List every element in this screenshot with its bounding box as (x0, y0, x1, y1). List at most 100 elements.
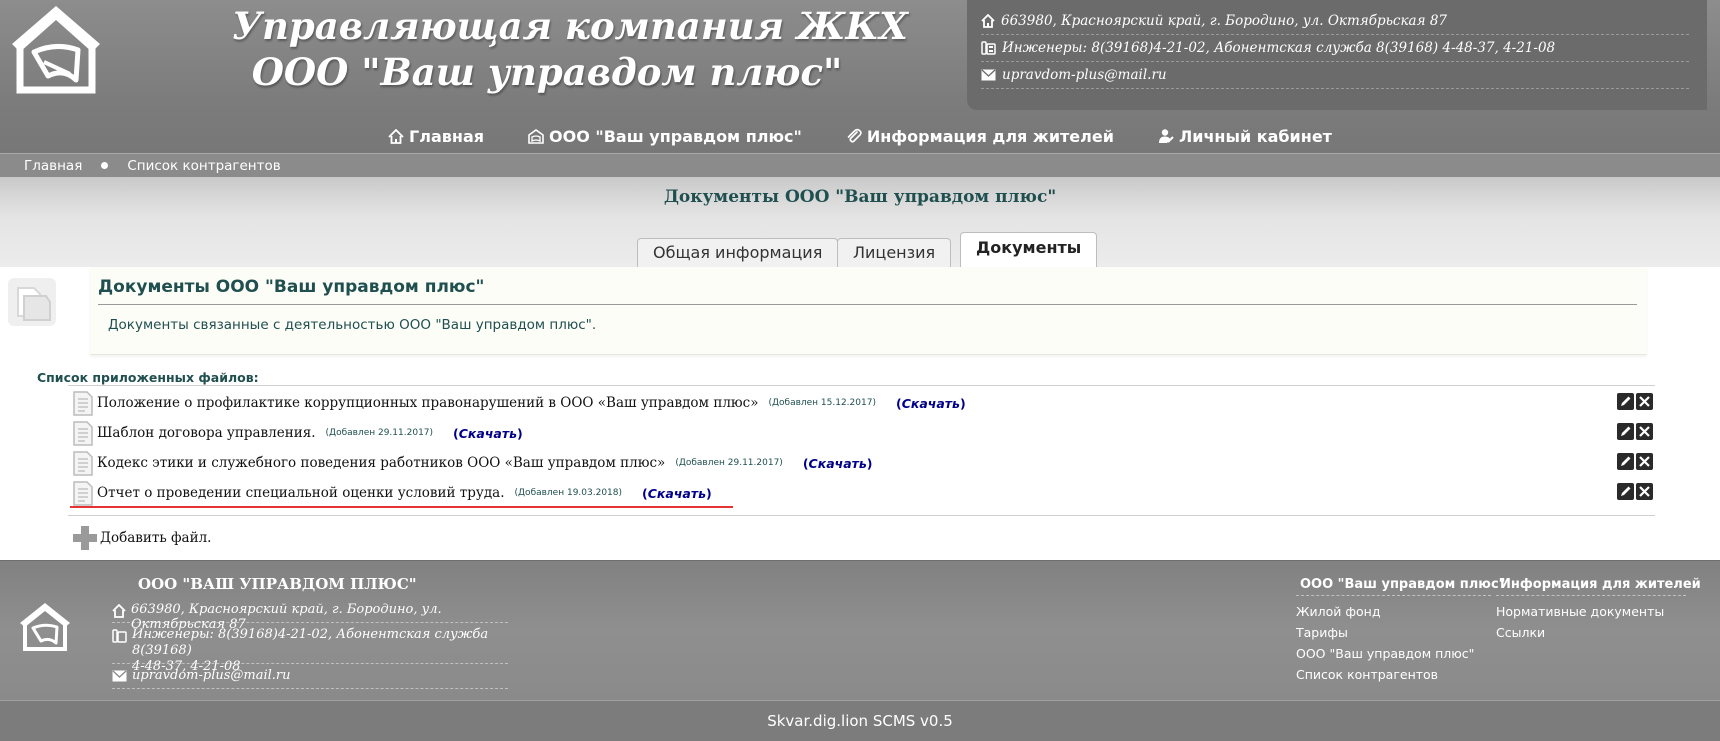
footer-menu-company-head[interactable]: ООО "Ваш управдом плюс" (1296, 577, 1505, 596)
documents-info-box: Документы ООО "Ваш управдом плюс" Докуме… (90, 267, 1647, 355)
file-actions (1617, 453, 1653, 470)
pencil-icon (1621, 396, 1631, 406)
house-logo-icon[interactable] (4, 2, 108, 96)
edit-button[interactable] (1617, 423, 1634, 440)
nav-item-account-label: Личный кабинет (1178, 126, 1332, 146)
contact-address-text: 663980, Красноярский край, г. Бородино, … (1001, 13, 1448, 29)
tab-documents[interactable]: Документы (960, 232, 1098, 268)
file-added-date: (Добавлен 15.12.2017) (768, 398, 876, 408)
footer-link-housing[interactable]: Жилой фонд (1296, 601, 1491, 622)
contact-email[interactable]: upravdom-plus@mail.ru (981, 62, 1689, 89)
nav-item-residents-info-label: Информация для жителей (866, 126, 1114, 146)
file-added-date: (Добавлен 19.03.2018) (514, 488, 623, 498)
footer-link-tariffs[interactable]: Тарифы (1296, 622, 1491, 643)
home-icon (112, 604, 126, 618)
nav-item-company-label: ООО "Ваш управдом плюс" (549, 126, 802, 146)
divider (68, 385, 1655, 386)
document-icon (73, 481, 93, 506)
footer-link-company[interactable]: ООО "Ваш управдом плюс" (1296, 643, 1491, 664)
footer-menu-residents-head[interactable]: Информация для жителей (1496, 577, 1701, 596)
download-link-label[interactable]: Скачать (648, 486, 706, 501)
nav-item-home-label: Главная (409, 126, 485, 146)
site-title-line1: Управляющая компания ЖКХ (232, 4, 908, 48)
edit-button[interactable] (1617, 453, 1634, 470)
download-link[interactable]: (Скачать) (803, 456, 873, 471)
document-icon (73, 391, 93, 416)
site-title-line2: ООО "Ваш управдом плюс" (251, 50, 843, 94)
file-name[interactable]: Шаблон договора управления. (97, 425, 316, 441)
footer-menu-residents-head-label: Информация для жителей (1500, 577, 1701, 592)
home-icon (981, 14, 995, 28)
contact-email-text[interactable]: upravdom-plus@mail.ru (1002, 67, 1167, 83)
header-contacts: 663980, Красноярский край, г. Бородино, … (967, 0, 1707, 110)
file-actions (1617, 393, 1653, 410)
building-icon (528, 128, 544, 144)
add-file-button[interactable]: Добавить файл. (72, 525, 211, 551)
file-added-date: (Добавлен 29.11.2017) (325, 428, 434, 438)
download-link-label[interactable]: Скачать (809, 456, 867, 471)
phone-icon (981, 41, 996, 55)
pencil-icon (1621, 456, 1631, 466)
home-icon (388, 128, 404, 144)
edit-button[interactable] (1617, 393, 1634, 410)
close-icon (1639, 486, 1650, 497)
paperclip-icon (847, 128, 862, 143)
file-actions (1617, 483, 1653, 500)
site-footer: ООО "ВАШ УПРАВДОМ ПЛЮС" 663980, Краснояр… (0, 560, 1720, 701)
plus-icon (73, 526, 97, 550)
file-row: Отчет о проведении специальной оценки ус… (70, 478, 1655, 508)
bottom-bar: Skvar.dig.lion SCMS v0.5 (0, 700, 1720, 741)
footer-menu-company: ООО "Ваш управдом плюс" Жилой фонд Тариф… (1296, 577, 1505, 685)
footer-phones-line1: Инженеры: 8(39168)4-21-02, Абонентская с… (132, 627, 489, 658)
contact-phones-text: Инженеры: 8(39168)4-21-02, Абонентская с… (1002, 40, 1556, 56)
footer-menu-company-head-label: ООО "Ваш управдом плюс" (1300, 577, 1506, 592)
delete-button[interactable] (1636, 393, 1653, 410)
nav-item-residents-info[interactable]: Информация для жителей (824, 118, 1136, 154)
delete-button[interactable] (1636, 483, 1653, 500)
divider (68, 515, 1655, 516)
tab-general-info[interactable]: Общая информация (637, 238, 839, 267)
download-link[interactable]: (Скачать) (642, 486, 712, 501)
file-row: Кодекс этики и служебного поведения рабо… (70, 448, 1655, 478)
nav-item-home[interactable]: Главная (366, 118, 506, 154)
download-link[interactable]: (Скачать) (453, 426, 523, 441)
tabs-bar: Общая информация Лицензия Документы (0, 217, 1720, 268)
envelope-icon (112, 670, 127, 682)
house-logo-icon[interactable] (17, 601, 73, 653)
footer-link-links[interactable]: Ссылки (1496, 622, 1686, 643)
file-name[interactable]: Положение о профилактике коррупционных п… (97, 395, 758, 411)
highlight-underline (70, 506, 733, 508)
main-content: Документы ООО "Ваш управдом плюс" Докуме… (0, 267, 1720, 560)
breadcrumb-home[interactable]: Главная (24, 158, 82, 174)
footer-link-contractors[interactable]: Список контрагентов (1296, 664, 1491, 685)
file-added-date: (Добавлен 29.11.2017) (675, 458, 783, 468)
footer-link-regulations[interactable]: Нормативные документы (1496, 601, 1686, 622)
delete-button[interactable] (1636, 453, 1653, 470)
delete-button[interactable] (1636, 423, 1653, 440)
footer-email[interactable]: upravdom-plus@mail.ru (112, 668, 508, 689)
download-link-label[interactable]: Скачать (902, 396, 960, 411)
document-icon (73, 421, 93, 446)
add-file-label[interactable]: Добавить файл. (100, 530, 211, 546)
download-link-label[interactable]: Скачать (459, 426, 517, 441)
contact-address: 663980, Красноярский край, г. Бородино, … (981, 8, 1689, 35)
main-nav: Главная ООО "Ваш управдом плюс" Информац… (0, 118, 1720, 154)
file-name[interactable]: Кодекс этики и служебного поведения рабо… (97, 455, 665, 471)
file-actions (1617, 423, 1653, 440)
tab-license[interactable]: Лицензия (837, 238, 952, 267)
phone-icon (112, 629, 127, 643)
footer-email-text[interactable]: upravdom-plus@mail.ru (132, 668, 291, 683)
close-icon (1639, 456, 1650, 467)
footer-org-name: ООО "ВАШ УПРАВДОМ ПЛЮС" (138, 575, 417, 593)
download-link[interactable]: (Скачать) (896, 396, 966, 411)
documents-info-title: Документы ООО "Ваш управдом плюс" (98, 277, 485, 297)
breadcrumb-separator (101, 162, 109, 169)
edit-button[interactable] (1617, 483, 1634, 500)
file-name[interactable]: Отчет о проведении специальной оценки ус… (97, 485, 505, 501)
attached-files-heading: Список приложенных файлов: (37, 370, 259, 385)
nav-item-company[interactable]: ООО "Ваш управдом плюс" (506, 118, 824, 154)
pencil-icon (1621, 486, 1631, 496)
breadcrumb-current[interactable]: Список контрагентов (127, 158, 280, 174)
file-row: Положение о профилактике коррупционных п… (70, 388, 1655, 418)
nav-item-account[interactable]: Личный кабинет (1136, 118, 1354, 154)
